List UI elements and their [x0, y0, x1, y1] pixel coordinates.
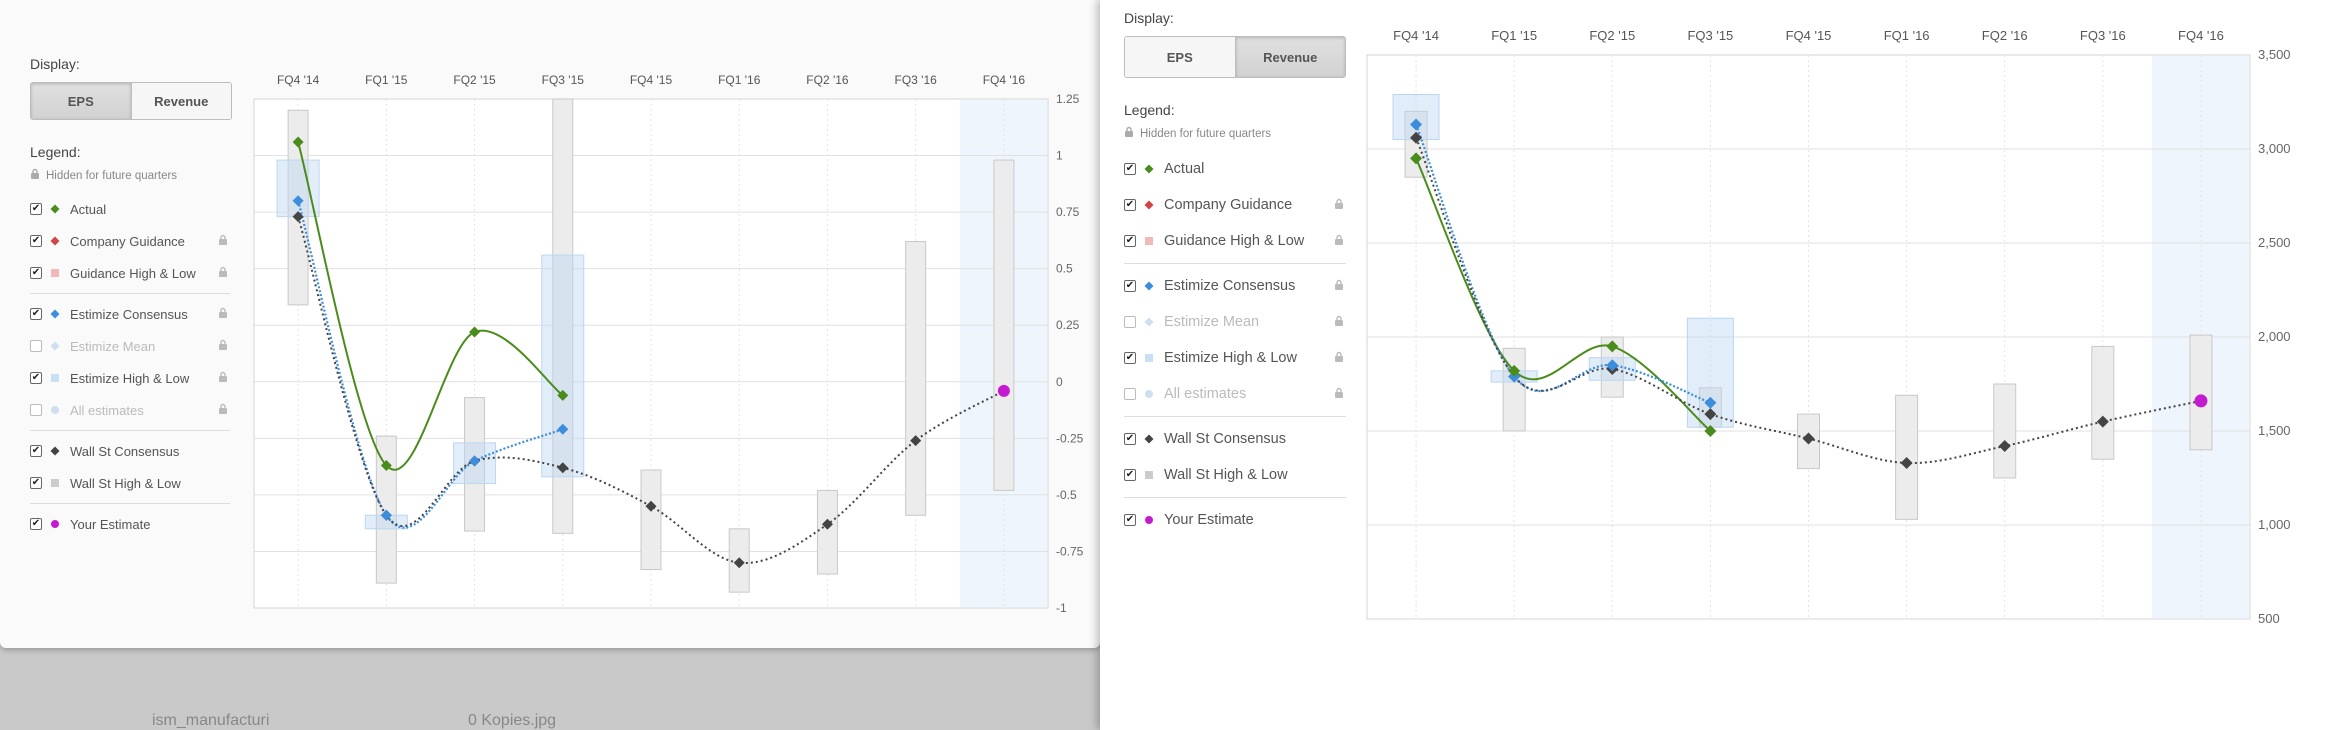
- wallst-high-low-bar: [816, 489, 838, 575]
- revenue-chart: 500 1,000 1,500 2,000 2,500 3,000 3,500 FQ4 '14…: [1366, 28, 2291, 626]
- wallst-high-low-bar: [2091, 345, 2115, 460]
- x-tick-label: FQ2 '15: [453, 73, 496, 87]
- estimize-high-low-box: [541, 254, 585, 478]
- x-tick-label: FQ1 '16: [1884, 28, 1930, 43]
- x-tick-label: FQ1 '16: [718, 73, 761, 87]
- desktop-file-label[interactable]: ism_manufacturi: [152, 712, 269, 730]
- y-tick-label: 0: [1056, 375, 1063, 389]
- y-tick-label: 1.25: [1056, 92, 1080, 106]
- x-tick-label: FQ4 '16: [2178, 28, 2224, 43]
- x-tick-label: FQ2 '15: [1589, 28, 1635, 43]
- wallst-high-low-bar: [1993, 383, 2017, 479]
- revenue-chart-panel: Display: EPS Revenue Legend: Hidden for …: [1100, 0, 2344, 730]
- x-tick-label: FQ2 '16: [806, 73, 849, 87]
- y-tick-label: 2,000: [2258, 329, 2291, 344]
- y-tick-label: -0.25: [1056, 431, 1084, 445]
- eps-chart: -1 -0.75 -0.5 -0.25 0 0.25 0.5 0.75 1 1.25 FQ4 '14…: [253, 73, 1084, 615]
- data-point: [2194, 394, 2208, 408]
- desktop-file-label[interactable]: 0 Kopies.jpg: [468, 712, 556, 730]
- y-tick-label: 2,500: [2258, 235, 2291, 250]
- y-tick-label: 0.25: [1056, 318, 1080, 332]
- y-tick-label: 500: [2258, 611, 2280, 626]
- x-tick-label: FQ4 '15: [1786, 28, 1832, 43]
- data-point: [997, 384, 1010, 397]
- y-tick-label: -0.75: [1056, 544, 1084, 558]
- x-tick-label: FQ3 '15: [542, 73, 585, 87]
- wallst-high-low-bar: [375, 435, 397, 584]
- wallst-high-low-bar: [2189, 334, 2213, 451]
- x-tick-label: FQ4 '14: [1393, 28, 1439, 43]
- y-tick-label: 3,500: [2258, 47, 2291, 62]
- x-tick-label: FQ4 '14: [277, 73, 320, 87]
- y-tick-label: -0.5: [1056, 488, 1077, 502]
- wallst-high-low-bar: [993, 159, 1015, 491]
- x-tick-label: FQ4 '16: [983, 73, 1026, 87]
- y-tick-label: -1: [1056, 601, 1067, 615]
- y-tick-label: 1,000: [2258, 517, 2291, 532]
- y-tick-label: 0.5: [1056, 262, 1073, 276]
- x-tick-label: FQ4 '15: [630, 73, 673, 87]
- y-tick-label: 1: [1056, 149, 1063, 163]
- x-tick-label: FQ2 '16: [1982, 28, 2028, 43]
- x-tick-label: FQ3 '16: [2080, 28, 2126, 43]
- x-tick-label: FQ3 '15: [1687, 28, 1733, 43]
- x-tick-label: FQ1 '15: [1491, 28, 1537, 43]
- x-tick-label: FQ3 '16: [895, 73, 938, 87]
- y-tick-label: 3,000: [2258, 141, 2291, 156]
- eps-chart-panel: Display: EPS Revenue Legend: Hidden for …: [0, 0, 1100, 648]
- y-tick-label: 1,500: [2258, 423, 2291, 438]
- y-tick-label: 0.75: [1056, 205, 1080, 219]
- wallst-high-low-bar: [640, 469, 662, 571]
- x-tick-label: FQ1 '15: [365, 73, 408, 87]
- wallst-high-low-bar: [905, 241, 927, 516]
